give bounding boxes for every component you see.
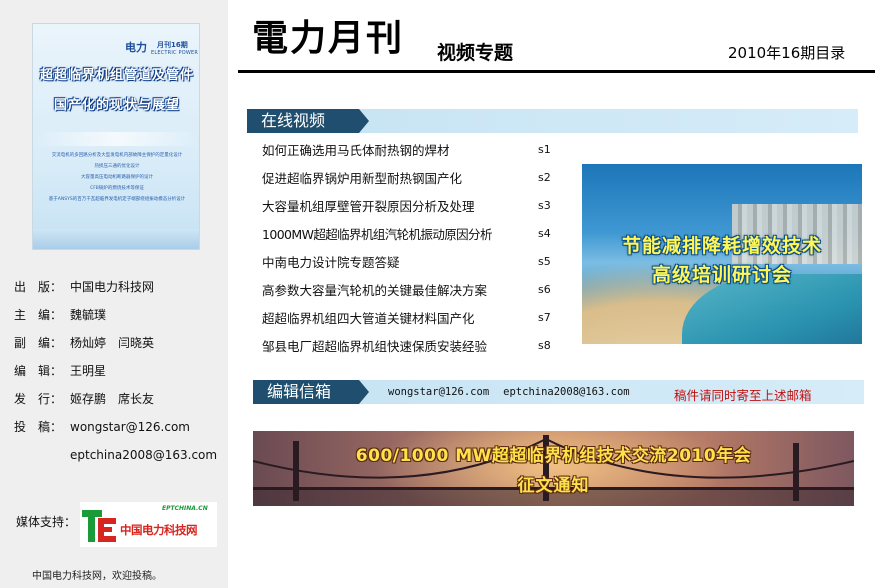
video-article-code: s3 xyxy=(538,199,551,212)
video-article-item[interactable]: 1000MW超超临界机组汽轮机振动原因分析 s4 xyxy=(262,224,562,252)
video-article-code: s1 xyxy=(538,143,551,156)
credit-value: 魏毓璞 xyxy=(70,308,107,322)
credit-submission-extra: eptchina2008@163.com xyxy=(14,447,224,475)
video-article-title[interactable]: 促进超临界锅炉用新型耐热钢国产化 xyxy=(262,168,462,190)
video-article-title[interactable]: 大容量机组厚壁管开裂原因分析及处理 xyxy=(262,196,475,218)
video-article-item[interactable]: 邹县电厂超超临界机组快速保质安装经验 s8 xyxy=(262,336,562,364)
cover-title-line2: 国产化的现状与展望 xyxy=(53,98,180,113)
video-article-code: s8 xyxy=(538,339,551,352)
video-article-list: 如何正确选用马氏体耐热钢的焊材 s1 促进超临界锅炉用新型耐热钢国产化 s2 大… xyxy=(262,140,562,364)
video-article-title[interactable]: 中南电力设计院专题答疑 xyxy=(262,252,400,274)
video-article-code: s4 xyxy=(538,227,551,240)
masthead-title: 電力月刊 xyxy=(252,17,405,59)
credit-value: 中国电力科技网 xyxy=(70,280,155,294)
credit-submission: 投 稿： wongstar@126.com xyxy=(14,419,224,447)
credit-publisher: 出 版： 中国电力科技网 xyxy=(14,279,224,307)
cover-contents-line: 大容量高压电动机断路器保护的设计 xyxy=(81,175,153,180)
credit-chief-editor: 主 编： 魏毓璞 xyxy=(14,307,224,335)
video-article-title[interactable]: 如何正确选用马氏体耐热钢的焊材 xyxy=(262,140,450,162)
video-article-item[interactable]: 高参数大容量汽轮机的关键最佳解决方案 s6 xyxy=(262,280,562,308)
cover-light-band xyxy=(33,132,199,146)
credit-value: 姬存鹏 席长友 xyxy=(70,392,155,406)
video-article-title[interactable]: 超超临界机组四大管道关键材料国产化 xyxy=(262,308,475,330)
submission-email-2[interactable]: eptchina2008@163.com xyxy=(70,448,217,462)
mailbox-email-2[interactable]: eptchina2008@163.com xyxy=(503,386,629,398)
cover-contents-line: 交流电机的多回路分析及大型发电机内部故障主保护的定量化设计 xyxy=(51,153,183,158)
credits-list: 出 版： 中国电力科技网 主 编： 魏毓璞 副 编： 杨灿婷 闫晓英 编 辑： 王明星 … xyxy=(14,279,224,475)
media-support-label: 媒体支持： xyxy=(16,515,77,529)
masthead-subtitle: 视频专题 xyxy=(437,42,514,64)
cover-title-line1: 超超临界机组管道及管件 xyxy=(39,68,194,83)
banner-title: 600/1000 MW超超临界机组技术交流2010年会 xyxy=(355,446,752,466)
cover-bottom-graphic xyxy=(33,229,199,249)
cover-contents: 交流电机的多回路分析及大型发电机内部故障主保护的定量化设计 热损压三通的优化设计… xyxy=(41,150,193,205)
cover-contents-line: CFB锅炉的燃烧技术等保证 xyxy=(90,186,144,191)
video-article-item[interactable]: 超超临界机组四大管道关键材料国产化 s7 xyxy=(262,308,562,336)
video-article-title[interactable]: 1000MW超超临界机组汽轮机振动原因分析 xyxy=(262,224,492,246)
mailbox-note: 稿件请同时寄至上述邮箱 xyxy=(674,388,812,403)
promo-title-line2: 高级培训研讨会 xyxy=(651,264,792,286)
credit-editor: 编 辑： 王明星 xyxy=(14,363,224,391)
logo-name: 中国电力科技网 xyxy=(120,523,198,537)
video-article-code: s2 xyxy=(538,171,551,184)
video-article-title[interactable]: 高参数大容量汽轮机的关键最佳解决方案 xyxy=(262,280,487,302)
credit-value: 王明星 xyxy=(70,364,107,378)
video-article-code: s5 xyxy=(538,255,551,268)
mailbox-emails: wongstar@126.com eptchina2008@163.com xyxy=(388,386,630,398)
credit-value: 杨灿婷 闫晓英 xyxy=(70,336,155,350)
eptchina-logo[interactable]: EPTCHINA.CN 中国电力科技网 xyxy=(80,502,217,547)
video-article-item[interactable]: 中南电力设计院专题答疑 s5 xyxy=(262,252,562,280)
video-article-title[interactable]: 邹县电厂超超临界机组快速保质安装经验 xyxy=(262,336,487,358)
cover-issue: 月刊16期 xyxy=(157,41,188,49)
video-article-item[interactable]: 大容量机组厚壁管开裂原因分析及处理 s3 xyxy=(262,196,562,224)
cover-contents-line: 基于ANSYS的百万千瓦超临界发电机定子端部绕组振动模态分析设计 xyxy=(48,197,186,202)
cover-subtitle: ELECTRIC POWER xyxy=(151,50,199,56)
mailbox-email-1[interactable]: wongstar@126.com xyxy=(388,386,489,398)
video-article-item[interactable]: 促进超临界锅炉用新型耐热钢国产化 s2 xyxy=(262,168,562,196)
submission-email-1[interactable]: wongstar@126.com xyxy=(70,420,190,434)
issue-label: 2010年16期目录 xyxy=(728,44,846,62)
eptchina-logo-mark-icon xyxy=(82,510,116,542)
cover-brand: 电力 xyxy=(125,41,147,54)
online-video-heading: 在线视频 xyxy=(247,109,369,133)
credit-label: 投 稿： xyxy=(14,420,63,434)
promo-title-line1: 节能减排降耗增效技术 xyxy=(621,235,822,257)
sidebar: 电力 月刊16期 ELECTRIC POWER 超超临界机组管道及管件 国产化的… xyxy=(0,0,228,588)
cover-contents-line: 热损压三通的优化设计 xyxy=(94,164,140,169)
credit-label: 副 编： xyxy=(14,336,63,350)
conference-banner[interactable]: 600/1000 MW超超临界机组技术交流2010年会 征文通知 xyxy=(253,431,854,506)
credit-deputy-editor: 副 编： 杨灿婷 闫晓英 xyxy=(14,335,224,363)
credit-label: 发 行： xyxy=(14,392,63,406)
credit-distribution: 发 行： 姬存鹏 席长友 xyxy=(14,391,224,419)
banner-call-for-papers: 征文通知 xyxy=(517,476,590,496)
credit-label: 编 辑： xyxy=(14,364,63,378)
credit-label: 主 编： xyxy=(14,308,63,322)
video-article-code: s6 xyxy=(538,283,551,296)
magazine-cover-image[interactable]: 电力 月刊16期 ELECTRIC POWER 超超临界机组管道及管件 国产化的… xyxy=(32,23,200,250)
video-article-item[interactable]: 如何正确选用马氏体耐热钢的焊材 s1 xyxy=(262,140,562,168)
footer-note: 中国电力科技网，欢迎投稿。 xyxy=(32,571,162,582)
credit-label: 出 版： xyxy=(14,280,63,294)
editor-mailbox-heading: 编辑信箱 xyxy=(253,380,369,404)
logo-url-text: EPTCHINA.CN xyxy=(162,505,208,512)
online-video-section-bar: 在线视频 xyxy=(247,109,858,133)
video-article-code: s7 xyxy=(538,311,551,324)
seminar-promo-image[interactable]: 节能减排降耗增效技术 高级培训研讨会 xyxy=(582,164,862,344)
header-divider xyxy=(238,70,875,73)
